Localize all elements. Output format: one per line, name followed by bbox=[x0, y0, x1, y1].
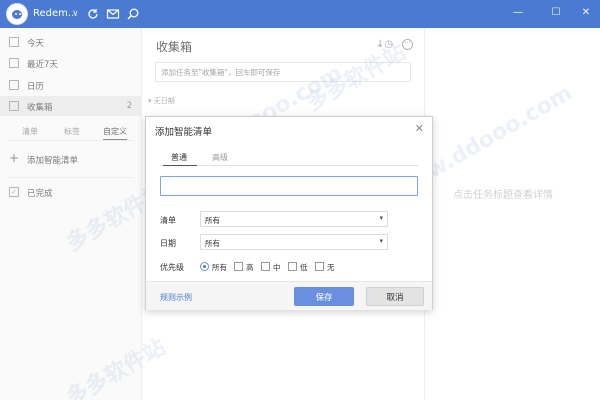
cancel-button[interactable]: 取消 bbox=[366, 287, 424, 306]
search-icon[interactable] bbox=[126, 7, 140, 21]
avatar[interactable] bbox=[6, 3, 28, 25]
avatar-eye-icon bbox=[15, 13, 17, 15]
minimize-button[interactable]: — bbox=[510, 6, 526, 20]
list-select[interactable]: 所有 ▾ bbox=[200, 211, 388, 227]
chevron-down-icon[interactable]: v bbox=[73, 8, 78, 17]
priority-low-label: 低 bbox=[300, 263, 308, 272]
priority-high-label: 高 bbox=[246, 263, 254, 272]
sync-icon[interactable] bbox=[86, 7, 100, 21]
date-label: 日期 bbox=[160, 239, 176, 248]
date-select[interactable]: 所有 ▾ bbox=[200, 234, 388, 250]
priority-medium-checkbox[interactable] bbox=[261, 262, 270, 271]
rule-examples-link[interactable]: 规则示例 bbox=[160, 292, 192, 303]
list-label: 清单 bbox=[160, 216, 176, 225]
chevron-down-icon: ▾ bbox=[379, 214, 383, 222]
priority-label: 优先级 bbox=[160, 263, 184, 272]
radio-dot-icon bbox=[203, 265, 206, 268]
priority-high-checkbox[interactable] bbox=[234, 262, 243, 271]
tab-normal[interactable]: 普通 bbox=[171, 152, 187, 163]
close-button[interactable]: ✕ bbox=[578, 6, 594, 20]
maximize-button[interactable]: ☐ bbox=[548, 6, 564, 20]
priority-medium-label: 中 bbox=[273, 263, 281, 272]
mail-icon[interactable] bbox=[106, 7, 120, 21]
priority-all-radio[interactable] bbox=[200, 262, 209, 271]
priority-low-checkbox[interactable] bbox=[288, 262, 297, 271]
dialog-title: 添加智能清单 bbox=[155, 127, 213, 138]
dialog-tabs-divider bbox=[160, 165, 418, 166]
title-bar: Redem... v — ☐ ✕ bbox=[0, 0, 600, 28]
list-select-value: 所有 bbox=[205, 216, 220, 225]
add-smart-list-dialog: 添加智能清单 ✕ 普通 高级 清单 所有 ▾ 日期 所有 ▾ 优先级 所有 高 … bbox=[145, 116, 433, 310]
username[interactable]: Redem... bbox=[33, 8, 77, 19]
avatar-eye-icon bbox=[19, 13, 21, 15]
priority-none-label: 无 bbox=[327, 263, 335, 272]
close-icon[interactable]: ✕ bbox=[415, 122, 424, 135]
active-tab-indicator bbox=[163, 165, 197, 166]
priority-none-checkbox[interactable] bbox=[315, 262, 324, 271]
chevron-down-icon: ▾ bbox=[379, 237, 383, 245]
date-select-value: 所有 bbox=[205, 239, 220, 248]
save-button[interactable]: 保存 bbox=[294, 287, 354, 306]
smart-list-name-input[interactable] bbox=[160, 176, 418, 196]
priority-all-label: 所有 bbox=[212, 263, 227, 272]
dialog-footer: 规则示例 保存 取消 bbox=[146, 281, 432, 310]
tab-advanced[interactable]: 高级 bbox=[212, 152, 228, 163]
